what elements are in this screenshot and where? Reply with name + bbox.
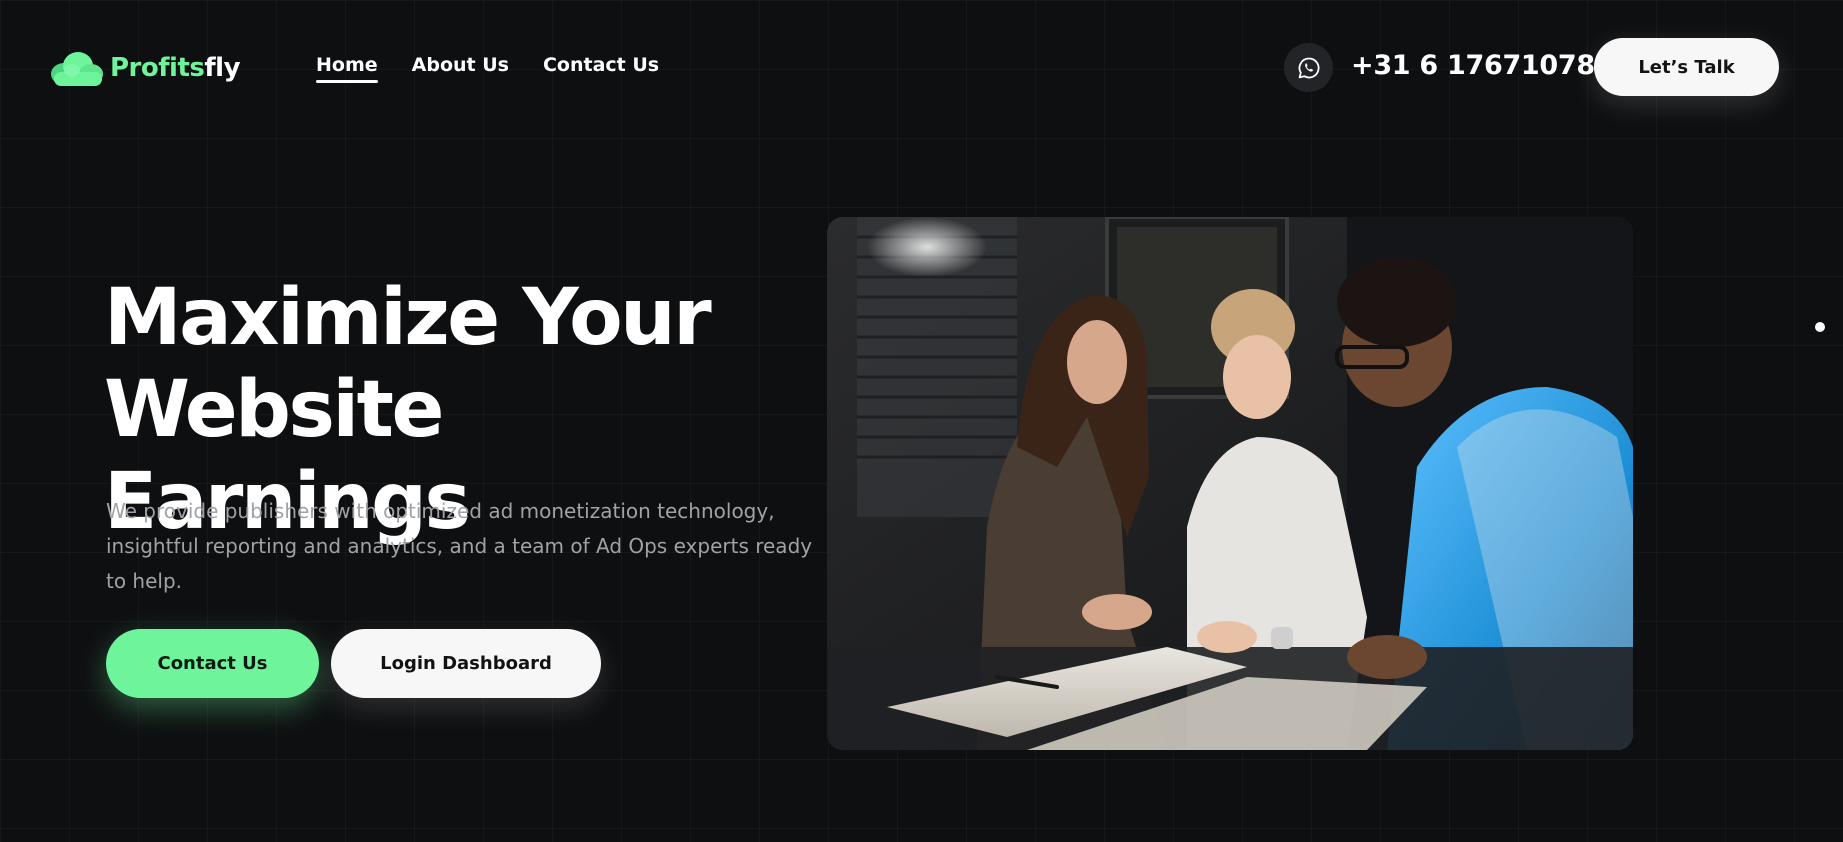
login-dashboard-button[interactable]: Login Dashboard [331,629,601,698]
contact-us-button[interactable]: Contact Us [106,629,319,698]
hero-title-line1: Maximize Your [104,273,712,363]
logo[interactable]: Profitsfly [46,48,241,88]
nav-item-home[interactable]: Home [316,54,378,83]
main-nav: Home About Us Contact Us [316,54,659,83]
lets-talk-button[interactable]: Let’s Talk [1594,38,1779,96]
logo-text-rest: fly [204,53,241,83]
nav-item-about-us[interactable]: About Us [412,54,509,82]
logo-text-accent: Profits [110,53,205,83]
phone-number[interactable]: +31 6 17671078 [1351,50,1595,81]
page: Profitsfly Home About Us Contact Us +31 … [0,0,1843,842]
whatsapp-icon [1298,57,1319,78]
whatsapp-button[interactable] [1284,43,1333,92]
nav-item-contact-us[interactable]: Contact Us [543,54,659,82]
scroll-indicator-dot[interactable] [1815,322,1825,332]
site-header: Profitsfly Home About Us Contact Us +31 … [0,0,1843,135]
team-meeting-photo [827,217,1633,750]
logo-text: Profitsfly [110,53,241,83]
hero-image [827,217,1633,750]
cloud-logo-icon [51,52,103,86]
hero-description: We provide publishers with optimized ad … [106,499,813,593]
